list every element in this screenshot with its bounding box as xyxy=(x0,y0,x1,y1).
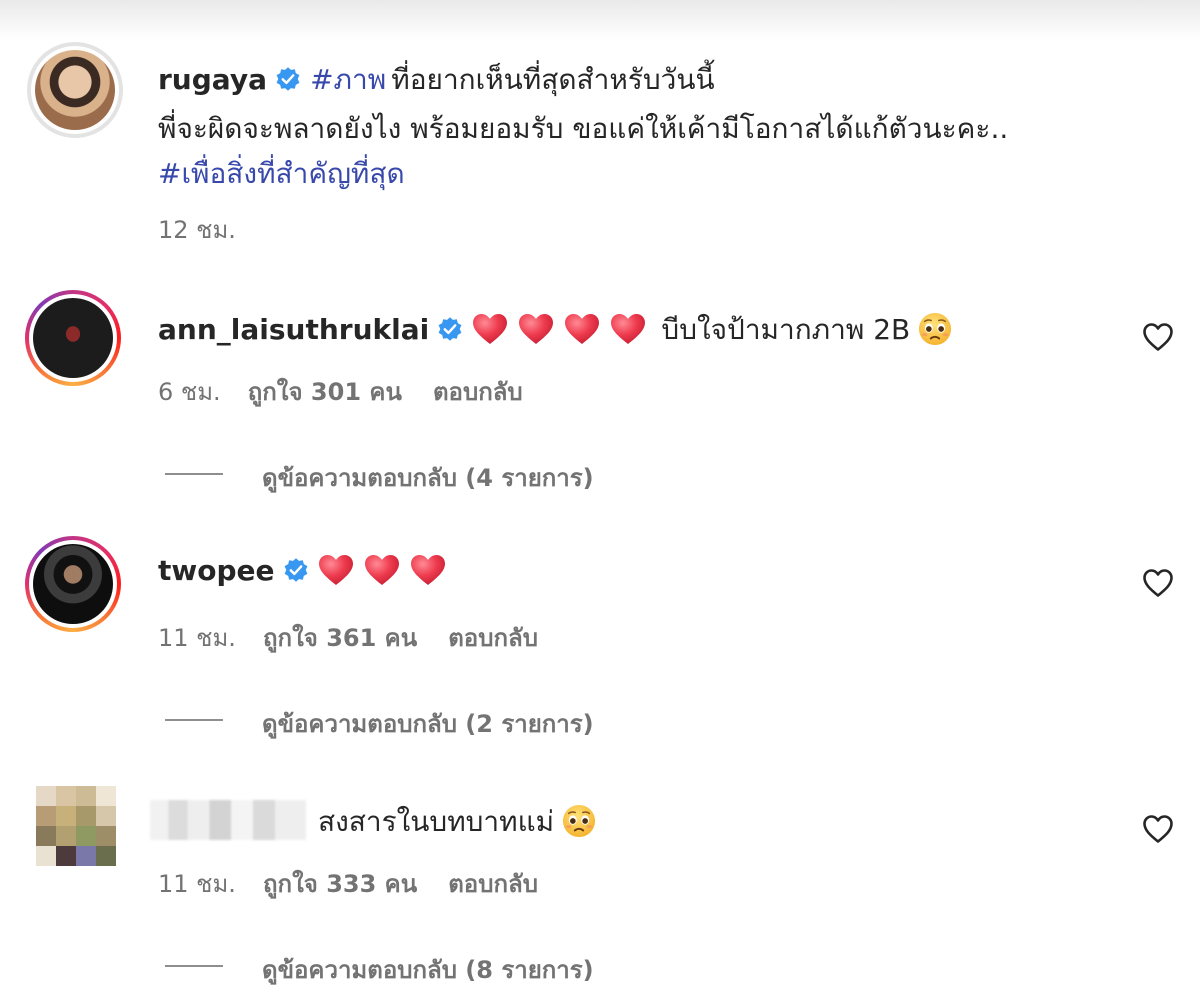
hashtag-link[interactable]: #เพื่อสิ่งที่สำคัญที่สุด xyxy=(158,157,405,190)
avatar-ann_laisuthruklai[interactable] xyxy=(25,290,121,386)
comment-text: บีบใจป้ามากภาพ 2B xyxy=(661,313,911,346)
heart-emoji-icon xyxy=(472,313,508,345)
verified-badge-icon xyxy=(437,316,463,342)
post-caption-line-1: rugaya #ภาพ ที่อยากเห็นที่สุดสำหรับวันนี… xyxy=(158,58,715,102)
reply-button[interactable]: ตอบกลับ xyxy=(448,624,538,652)
comment-likes[interactable]: ถูกใจ 333 คน xyxy=(263,870,417,898)
top-fade xyxy=(0,0,1200,40)
avatar-twopee[interactable] xyxy=(25,536,121,632)
hashtag-link[interactable]: #ภาพ xyxy=(310,63,386,96)
verified-badge-icon xyxy=(275,66,301,92)
blurred-username[interactable] xyxy=(150,800,306,840)
heart-outline-icon[interactable] xyxy=(1142,322,1174,352)
comment-text: สงสารในบทบาทแม่ xyxy=(318,805,555,838)
avatar-blurred[interactable] xyxy=(36,786,116,866)
replies-divider xyxy=(165,965,223,967)
heart-emoji-icon xyxy=(610,313,646,345)
view-replies-button[interactable]: ดูข้อความตอบกลับ (2 รายการ) xyxy=(262,704,594,743)
verified-badge-icon xyxy=(283,557,309,583)
reply-button[interactable]: ตอบกลับ xyxy=(448,870,538,898)
pleading-face-emoji-icon xyxy=(562,804,596,838)
comment-time: 11 ชม. xyxy=(158,624,236,652)
comment-time: 6 ชม. xyxy=(158,378,221,406)
heart-outline-icon[interactable] xyxy=(1142,568,1174,598)
comment-likes[interactable]: ถูกใจ 301 คน xyxy=(248,378,402,406)
caption-text-2: พี่จะผิดจะพลาดยังไง พร้อมยอมรับ ขอแค่ให้… xyxy=(158,112,1009,145)
comment-likes[interactable]: ถูกใจ 361 คน xyxy=(263,624,417,652)
replies-divider xyxy=(165,719,223,721)
post-caption-line-2: พี่จะผิดจะพลาดยังไง พร้อมยอมรับ ขอแค่ให้… xyxy=(158,107,1008,151)
comment-line: ann_laisuthruklai บีบใจป้ามากภาพ 2B xyxy=(158,308,952,352)
post-username[interactable]: rugaya xyxy=(158,63,267,96)
heart-emoji-icon xyxy=(364,554,400,586)
caption-text-1: ที่อยากเห็นที่สุดสำหรับวันนี้ xyxy=(391,63,715,96)
comment-meta: 11 ชม. ถูกใจ 361 คน ตอบกลับ xyxy=(158,618,538,657)
post-time: 12 ชม. xyxy=(158,216,236,244)
heart-emoji-icon xyxy=(318,554,354,586)
replies-divider xyxy=(165,473,223,475)
post-caption-line-3: #เพื่อสิ่งที่สำคัญที่สุด xyxy=(158,152,405,196)
view-replies-button[interactable]: ดูข้อความตอบกลับ (4 รายการ) xyxy=(262,458,594,497)
comment-line: twopee xyxy=(158,554,456,587)
heart-emoji-icon xyxy=(518,313,554,345)
heart-emoji-icon xyxy=(564,313,600,345)
view-replies-button[interactable]: ดูข้อความตอบกลับ (8 รายการ) xyxy=(262,950,594,989)
comment-username[interactable]: twopee xyxy=(158,554,275,587)
avatar-rugaya[interactable] xyxy=(27,42,123,138)
comment-username[interactable]: ann_laisuthruklai xyxy=(158,313,429,346)
comment-meta: 6 ชม. ถูกใจ 301 คน ตอบกลับ xyxy=(158,372,523,411)
comment-line: สงสารในบทบาทแม่ xyxy=(318,800,596,844)
heart-emoji-icon xyxy=(410,554,446,586)
heart-outline-icon[interactable] xyxy=(1142,814,1174,844)
comment-time: 11 ชม. xyxy=(158,870,236,898)
reply-button[interactable]: ตอบกลับ xyxy=(433,378,523,406)
post-meta: 12 ชม. xyxy=(158,210,236,249)
pleading-face-emoji-icon xyxy=(918,312,952,346)
comment-meta: 11 ชม. ถูกใจ 333 คน ตอบกลับ xyxy=(158,864,538,903)
